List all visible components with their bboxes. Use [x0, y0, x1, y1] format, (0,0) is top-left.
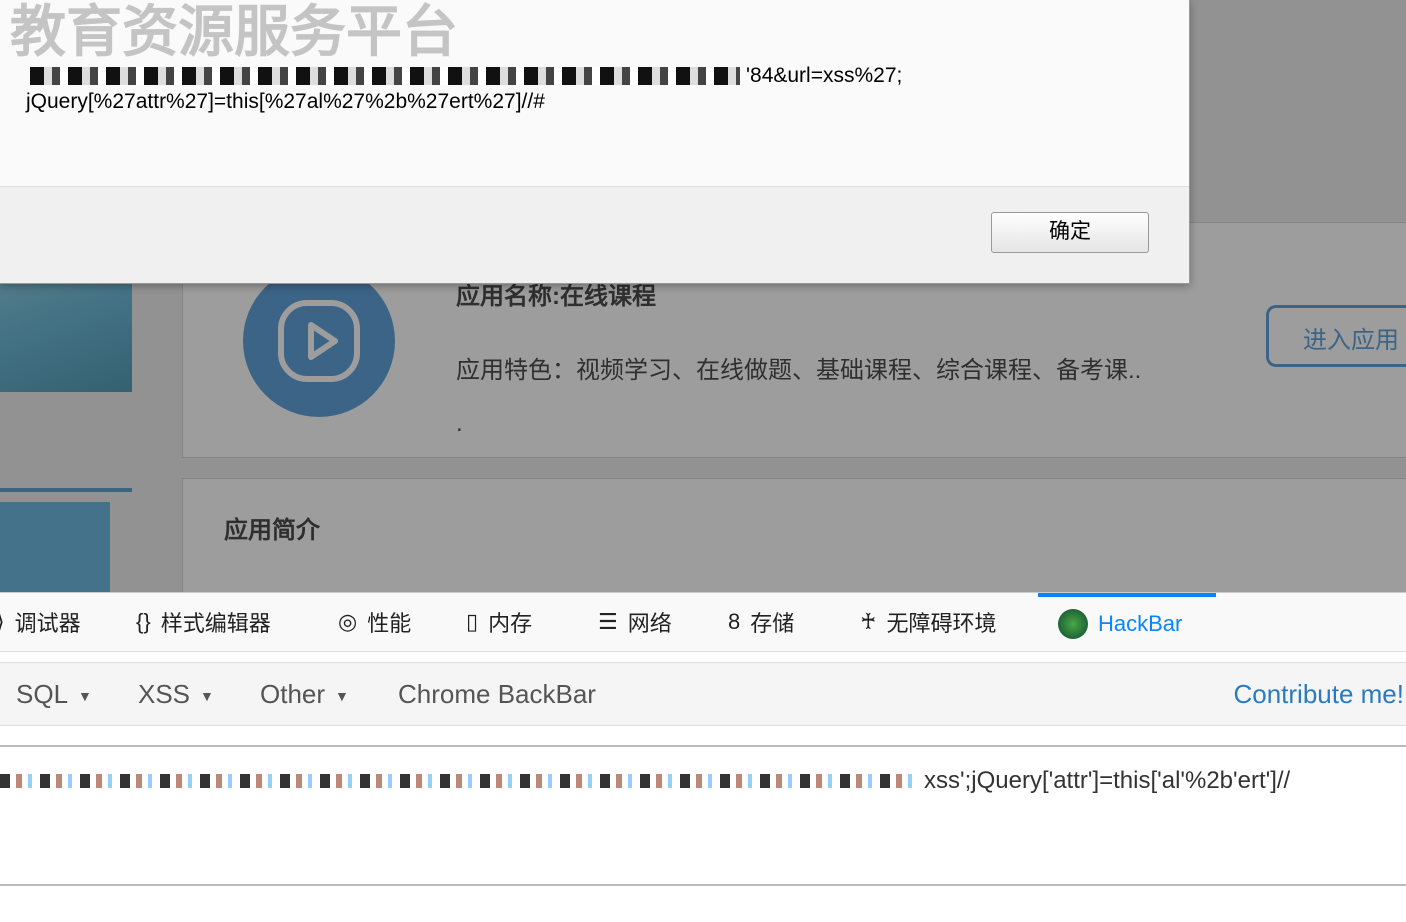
- network-icon: ☰: [598, 609, 618, 634]
- ok-button[interactable]: 确定: [991, 212, 1149, 253]
- performance-icon: ◎: [338, 609, 358, 634]
- chrome-backbar-link[interactable]: Chrome BackBar: [398, 679, 596, 710]
- caret-down-icon: ▼: [335, 688, 349, 705]
- alert-message-visible: '84&url=xss%27;: [746, 64, 903, 87]
- tab-debugger[interactable]: ⟩调试器: [0, 593, 81, 651]
- devtools-tabbar: ⟩调试器 {}样式编辑器 ◎性能 ▯内存 ☰网络 8存储 ♰无障碍环境 Hack…: [0, 592, 1406, 652]
- site-title: 教育资源服务平台: [10, 0, 458, 63]
- url-text: xss';jQuery['attr']=this['al'%2b'ert']//: [924, 767, 1291, 794]
- memory-icon: ▯: [466, 609, 479, 634]
- accessibility-icon: ♰: [860, 609, 877, 634]
- alert-message-line2: jQuery[%27attr%27]=this[%27al%27%2b%27er…: [26, 90, 545, 113]
- storage-icon: 8: [728, 609, 741, 634]
- hackbar-menu: SQL ▼ XSS ▼ Other ▼ Chrome BackBar Contribu…: [0, 662, 1406, 726]
- tab-style-editor[interactable]: {} 样式编辑器: [136, 593, 271, 651]
- tab-performance[interactable]: ◎ 性能: [338, 593, 411, 651]
- tab-storage[interactable]: 8 存储: [728, 593, 794, 651]
- redacted-text: [30, 67, 740, 85]
- xss-menu[interactable]: XSS ▼: [138, 679, 214, 710]
- tab-accessibility[interactable]: ♰ 无障碍环境: [860, 593, 996, 651]
- tab-hackbar[interactable]: HackBar: [1038, 593, 1216, 651]
- hackbar-icon: [1058, 609, 1088, 639]
- tab-network[interactable]: ☰ 网络: [598, 593, 672, 651]
- sql-menu[interactable]: SQL ▼: [16, 679, 92, 710]
- caret-down-icon: ▼: [200, 688, 214, 705]
- alert-message-line1: '84&url=xss%27;: [30, 64, 902, 88]
- contribute-link[interactable]: Contribute me!: [1233, 679, 1404, 710]
- redacted-text: [0, 774, 920, 788]
- other-menu[interactable]: Other ▼: [260, 679, 349, 710]
- debugger-icon: ⟩: [0, 609, 5, 635]
- url-textarea[interactable]: xss';jQuery['attr']=this['al'%2b'ert']//: [0, 745, 1406, 886]
- tab-memory[interactable]: ▯ 内存: [466, 593, 532, 651]
- caret-down-icon: ▼: [78, 688, 92, 705]
- braces-icon: {}: [136, 609, 151, 634]
